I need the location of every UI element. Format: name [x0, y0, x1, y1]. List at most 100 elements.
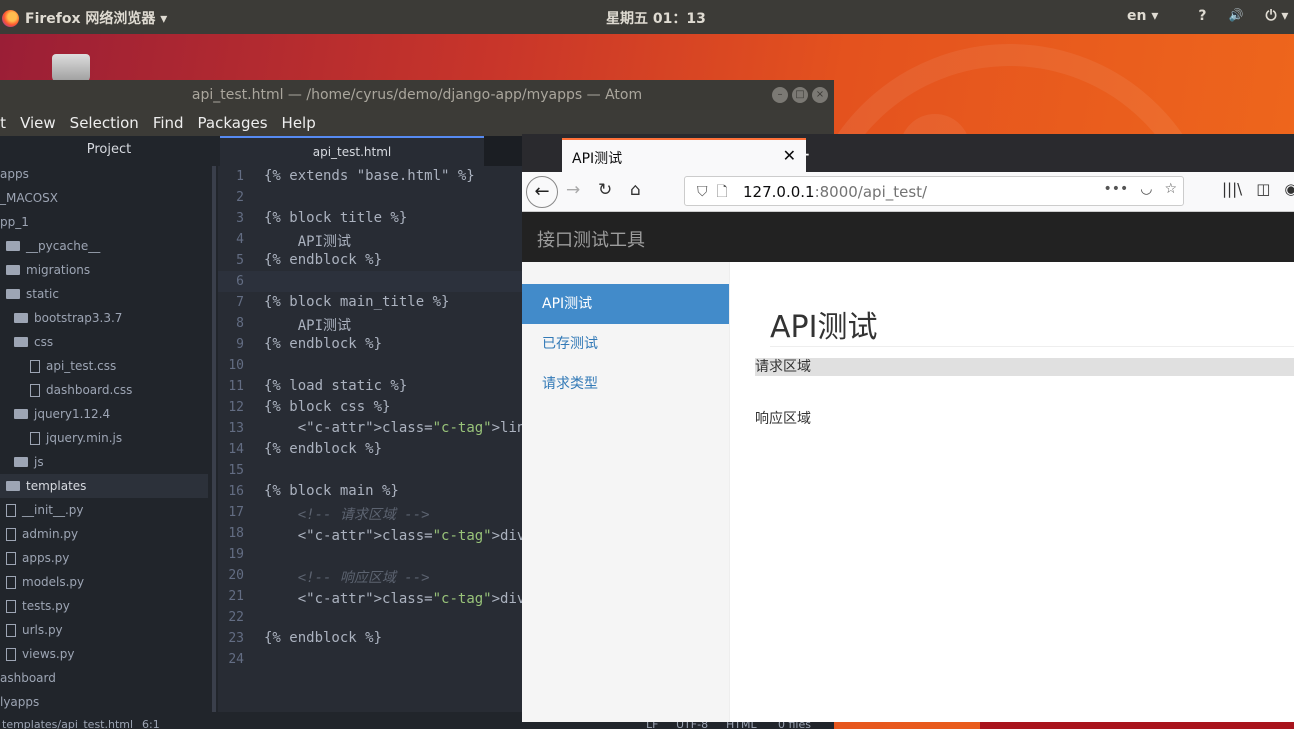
line-number: 14: [228, 442, 244, 457]
browser-tab-title: API测试: [572, 151, 623, 167]
file-icon: [30, 383, 40, 397]
maximize-icon[interactable]: □: [792, 87, 808, 103]
tree-item[interactable]: __pycache__: [0, 234, 208, 258]
tree-item[interactable]: ashboard: [0, 666, 208, 690]
line-number: 2: [236, 190, 244, 205]
tree-item[interactable]: tests.py: [0, 594, 208, 618]
tree-item[interactable]: js: [0, 450, 208, 474]
navbar-brand[interactable]: 接口测试工具: [537, 226, 645, 252]
status-cursor-position[interactable]: 6:1: [142, 718, 160, 729]
tree-item[interactable]: api_test.css: [0, 354, 208, 378]
url-path: :8000/api_test/: [814, 183, 928, 201]
forward-arrow-icon[interactable]: →: [566, 180, 580, 200]
tree-item[interactable]: jquery.min.js: [0, 426, 208, 450]
sidebar-icon[interactable]: ◫: [1256, 180, 1270, 198]
menu-edit[interactable]: it: [0, 114, 6, 132]
tab-api-test-html[interactable]: api_test.html: [220, 136, 484, 166]
page-sidebar: API测试 已存测试 请求类型: [522, 262, 730, 722]
bookmark-star-icon[interactable]: ☆: [1164, 181, 1177, 197]
code-line: <!-- 响应区域 -->: [264, 570, 430, 586]
atom-title-bar[interactable]: api_test.html — /home/cyrus/demo/django-…: [0, 80, 834, 110]
language-indicator[interactable]: en ▾: [1127, 8, 1158, 24]
line-number: 19: [228, 547, 244, 562]
status-file-path[interactable]: templates/api_test.html: [2, 718, 133, 729]
tree-item-label: bootstrap3.3.7: [34, 311, 123, 325]
sidebar-item-saved-tests[interactable]: 已存测试: [522, 324, 729, 364]
tree-item[interactable]: apps.py: [0, 546, 208, 570]
tree-item-label: urls.py: [22, 623, 63, 637]
library-icon[interactable]: |||\: [1222, 180, 1242, 198]
tree-item[interactable]: pp_1: [0, 210, 208, 234]
line-number: 23: [228, 631, 244, 646]
close-icon[interactable]: ×: [812, 87, 828, 103]
page-actions-icon[interactable]: •••: [1103, 181, 1128, 197]
menu-packages[interactable]: Packages: [198, 114, 268, 132]
tree-item[interactable]: migrations: [0, 258, 208, 282]
line-number: 12: [228, 400, 244, 415]
line-number: 18: [228, 526, 244, 541]
sidebar-item-request-types[interactable]: 请求类型: [522, 364, 729, 404]
code-line: {% block main %}: [264, 483, 399, 499]
reload-icon[interactable]: ↻: [598, 180, 612, 200]
line-number: 3: [236, 211, 244, 226]
sidebar-item-api-test[interactable]: API测试: [522, 284, 729, 324]
app-menu[interactable]: Firefox 网络浏览器 ▾: [2, 8, 167, 28]
menu-help[interactable]: Help: [282, 114, 316, 132]
tree-item[interactable]: admin.py: [0, 522, 208, 546]
network-icon[interactable]: ?: [1198, 8, 1206, 24]
back-arrow-icon[interactable]: ←: [526, 176, 558, 208]
line-number: 16: [228, 484, 244, 499]
new-tab-icon[interactable]: +: [794, 142, 811, 166]
tree-item[interactable]: lyapps: [0, 690, 208, 714]
tree-item[interactable]: views.py: [0, 642, 208, 666]
minimize-icon[interactable]: –: [772, 87, 788, 103]
clock[interactable]: 星期五 01：13: [606, 8, 706, 28]
tree-item[interactable]: bootstrap3.3.7: [0, 306, 208, 330]
tree-item-label: jquery.min.js: [46, 431, 123, 445]
file-icon: [6, 527, 16, 541]
tree-item[interactable]: css: [0, 330, 208, 354]
home-icon[interactable]: ⌂: [630, 180, 641, 200]
tree-item[interactable]: jquery1.12.4: [0, 402, 208, 426]
file-icon: [6, 599, 16, 613]
menu-find[interactable]: Find: [153, 114, 184, 132]
menu-selection[interactable]: Selection: [70, 114, 139, 132]
tree-item-label: models.py: [22, 575, 85, 589]
tree-item[interactable]: urls.py: [0, 618, 208, 642]
tree-item-label: jquery1.12.4: [34, 407, 111, 421]
folder-icon: [6, 289, 20, 299]
code-line: {% block css %}: [264, 399, 391, 415]
browser-tab-api-test[interactable]: API测试 ✕: [562, 138, 806, 172]
page-main: API测试 请求区域 响应区域: [730, 262, 1294, 722]
power-icon[interactable]: ⏻ ▾: [1265, 8, 1288, 24]
code-line: {% block title %}: [264, 210, 408, 226]
tree-item[interactable]: models.py: [0, 570, 208, 594]
code-line: API测试: [264, 234, 352, 250]
folder-icon: [14, 313, 28, 323]
page-title: API测试: [770, 310, 878, 345]
line-number: 20: [228, 568, 244, 583]
title-divider: [770, 346, 1294, 347]
tree-item[interactable]: templates: [0, 474, 208, 498]
menu-view[interactable]: View: [20, 114, 56, 132]
folder-icon: [14, 409, 28, 419]
tree-item[interactable]: static: [0, 282, 208, 306]
line-number: 24: [228, 652, 244, 667]
line-number: 4: [236, 232, 244, 247]
account-icon[interactable]: ◉: [1284, 180, 1294, 198]
tree-item[interactable]: __init__.py: [0, 498, 208, 522]
code-line: API测试: [264, 318, 352, 334]
file-icon: [6, 647, 16, 661]
tree-item[interactable]: dashboard.css: [0, 378, 208, 402]
file-icon: [6, 551, 16, 565]
pocket-icon[interactable]: ◡: [1140, 181, 1152, 197]
url-bar[interactable]: ⛉ 🗋 127.0.0.1:8000/api_test/ ••• ◡ ☆: [684, 176, 1184, 206]
tracking-shield-icon[interactable]: ⛉ 🗋: [697, 181, 728, 205]
volume-icon[interactable]: 🔊: [1229, 8, 1244, 24]
tree-scrollbar[interactable]: [212, 166, 216, 729]
tree-item-label: js: [34, 455, 44, 469]
tree-item[interactable]: apps: [0, 162, 208, 186]
tree-item[interactable]: _MACOSX: [0, 186, 208, 210]
firefox-icon: [2, 9, 19, 27]
tree-item-label: css: [34, 335, 54, 349]
